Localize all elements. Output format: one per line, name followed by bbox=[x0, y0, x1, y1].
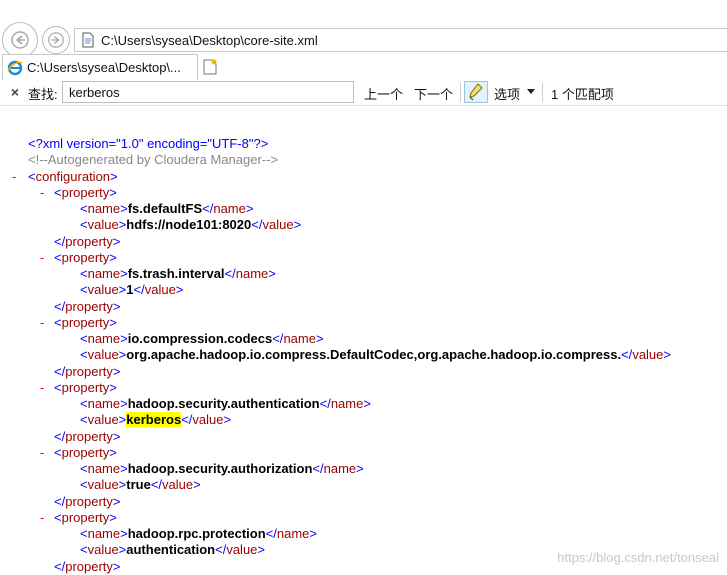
property-value-line: <value>hdfs://node101:8020</value> bbox=[80, 217, 302, 233]
watermark: https://blog.csdn.net/tonseal bbox=[557, 550, 719, 565]
find-previous-button[interactable]: 上一个 bbox=[364, 84, 403, 103]
back-arrow-icon bbox=[11, 31, 29, 49]
find-bar: × 查找: 上一个 下一个 选项 1 个匹配项 bbox=[0, 80, 727, 106]
property-value: true bbox=[126, 477, 151, 493]
tab-strip: C:\Users\sysea\Desktop\... bbox=[0, 54, 727, 81]
property-name: hadoop.rpc.protection bbox=[127, 526, 266, 541]
collapse-toggle[interactable]: - bbox=[40, 380, 44, 396]
property-name: hadoop.security.authorization bbox=[127, 461, 313, 476]
property-close-tag: </property> bbox=[54, 298, 121, 314]
root-open-tag: <configuration> bbox=[28, 168, 118, 184]
address-bar[interactable]: C:\Users\sysea\Desktop\core-site.xml bbox=[74, 28, 727, 52]
property-name-line: <name>io.compression.codecs</name> bbox=[80, 331, 324, 346]
forward-button[interactable] bbox=[42, 26, 70, 54]
property-close-tag: </property> bbox=[54, 233, 121, 249]
property-name: fs.trash.interval bbox=[127, 266, 225, 281]
property-open-tag: <property> bbox=[54, 379, 117, 395]
xml-comment: <!--Autogenerated by Cloudera Manager--> bbox=[28, 152, 279, 168]
property-name-line: <name>hadoop.security.authentication</na… bbox=[80, 396, 371, 411]
property-name-line: <name>fs.defaultFS</name> bbox=[80, 201, 254, 216]
property-name: fs.defaultFS bbox=[127, 201, 203, 216]
property-close-tag: </property> bbox=[54, 363, 121, 379]
browser-nav-bar: C:\Users\sysea\Desktop\core-site.xml bbox=[0, 0, 727, 58]
property-value-line: <value>kerberos</value> bbox=[80, 412, 232, 428]
address-url: C:\Users\sysea\Desktop\core-site.xml bbox=[101, 32, 318, 48]
property-value: kerberos bbox=[126, 412, 182, 428]
new-tab-icon bbox=[203, 59, 217, 75]
property-close-tag: </property> bbox=[54, 493, 121, 509]
collapse-toggle[interactable]: - bbox=[40, 445, 44, 461]
property-close-tag: </property> bbox=[54, 428, 121, 444]
property-value: hdfs://node101:8020 bbox=[126, 217, 252, 233]
collapse-toggle[interactable]: - bbox=[40, 250, 44, 266]
property-close-tag: </property> bbox=[54, 558, 121, 574]
property-value-line: <value>1</value> bbox=[80, 282, 184, 298]
property-open-tag: <property> bbox=[54, 509, 117, 525]
divider bbox=[542, 83, 543, 102]
property-open-tag: <property> bbox=[54, 249, 117, 265]
collapse-toggle[interactable]: - bbox=[40, 510, 44, 526]
property-value-line: <value>org.apache.hadoop.io.compress.Def… bbox=[80, 347, 671, 363]
find-label: 查找: bbox=[28, 87, 58, 102]
property-name-line: <name>fs.trash.interval</name> bbox=[80, 266, 276, 281]
xml-declaration: <?xml version="1.0" encoding="UTF-8"?> bbox=[28, 136, 269, 151]
options-dropdown-icon[interactable] bbox=[527, 89, 535, 94]
property-name-line: <name>hadoop.security.authorization</nam… bbox=[80, 461, 364, 476]
property-open-tag: <property> bbox=[54, 184, 117, 200]
highlighter-icon bbox=[469, 83, 483, 101]
collapse-toggle[interactable]: - bbox=[40, 185, 44, 201]
property-value-line: <value>true</value> bbox=[80, 477, 201, 493]
forward-arrow-icon bbox=[48, 32, 64, 48]
property-value-line: <value>authentication</value> bbox=[80, 542, 265, 558]
match-count: 1 个匹配项 bbox=[551, 87, 614, 102]
find-next-button[interactable]: 下一个 bbox=[414, 84, 453, 103]
options-button[interactable]: 选项 bbox=[494, 84, 520, 103]
property-value: 1 bbox=[126, 282, 134, 298]
highlight-matches-button[interactable] bbox=[464, 81, 488, 103]
xml-document-view: <?xml version="1.0" encoding="UTF-8"?> <!… bbox=[0, 105, 727, 575]
find-input[interactable] bbox=[62, 81, 354, 103]
property-value: org.apache.hadoop.io.compress.DefaultCod… bbox=[126, 347, 622, 363]
close-find-icon[interactable]: × bbox=[8, 84, 22, 100]
property-open-tag: <property> bbox=[54, 314, 117, 330]
new-tab-button[interactable] bbox=[200, 57, 220, 77]
property-name: io.compression.codecs bbox=[127, 331, 273, 346]
tab-title: C:\Users\sysea\Desktop\... bbox=[27, 60, 181, 75]
property-open-tag: <property> bbox=[54, 444, 117, 460]
ie-logo-icon bbox=[7, 60, 23, 75]
property-name-line: <name>hadoop.rpc.protection</name> bbox=[80, 526, 318, 541]
collapse-toggle[interactable]: - bbox=[40, 315, 44, 331]
collapse-toggle[interactable]: - bbox=[12, 169, 16, 185]
property-value: authentication bbox=[126, 542, 216, 558]
document-icon bbox=[82, 32, 94, 48]
back-button[interactable] bbox=[2, 22, 38, 58]
property-name: hadoop.security.authentication bbox=[127, 396, 320, 411]
tab-core-site[interactable]: C:\Users\sysea\Desktop\... bbox=[2, 54, 198, 80]
divider bbox=[460, 83, 461, 102]
